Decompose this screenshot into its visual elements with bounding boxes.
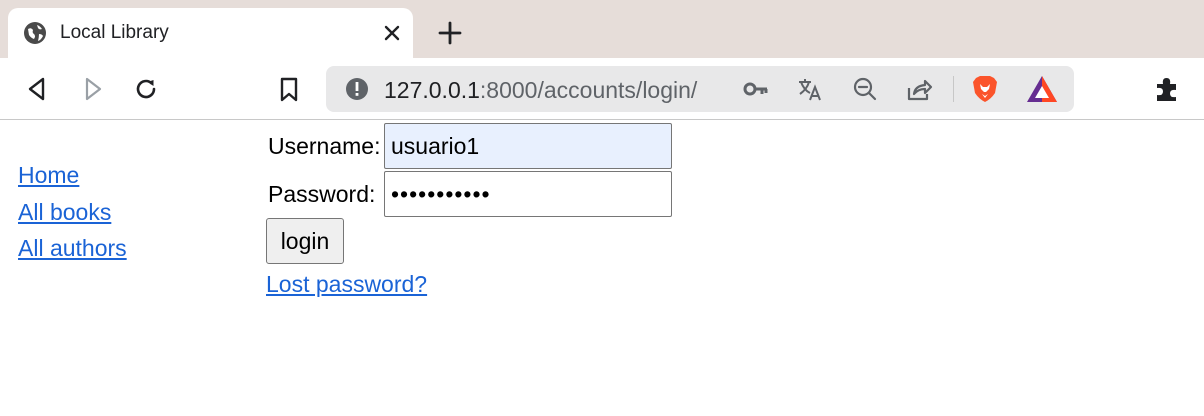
lost-password-link[interactable]: Lost password? bbox=[266, 271, 427, 298]
share-icon[interactable] bbox=[905, 75, 933, 103]
url-host: 127.0.0.1 bbox=[384, 77, 480, 103]
password-field[interactable] bbox=[384, 171, 672, 217]
url-path: :8000/accounts/login/ bbox=[479, 77, 698, 103]
url-text[interactable]: 127.0.0.1:8000/accounts/login/ bbox=[384, 77, 697, 104]
sidebar-item-all-books[interactable]: All books bbox=[18, 194, 127, 231]
brave-lion-icon[interactable] bbox=[970, 74, 1000, 104]
tab-strip: Local Library bbox=[0, 0, 1204, 58]
plus-icon[interactable] bbox=[436, 19, 464, 47]
key-icon[interactable] bbox=[742, 75, 770, 103]
info-icon[interactable] bbox=[343, 75, 371, 103]
translate-icon[interactable] bbox=[796, 75, 824, 103]
tab-local-library[interactable]: Local Library bbox=[8, 8, 413, 58]
back-icon[interactable] bbox=[24, 75, 52, 103]
username-label: Username: bbox=[268, 133, 381, 159]
page-content: Home All books All authors Username: Pas… bbox=[0, 121, 1204, 416]
sidebar-item-all-authors[interactable]: All authors bbox=[18, 230, 127, 267]
reload-icon[interactable] bbox=[132, 75, 160, 103]
address-bar[interactable]: 127.0.0.1:8000/accounts/login/ bbox=[326, 66, 1074, 112]
tab-title: Local Library bbox=[60, 22, 169, 43]
username-field[interactable] bbox=[384, 123, 672, 169]
login-button[interactable]: login bbox=[266, 218, 344, 264]
close-icon[interactable] bbox=[380, 21, 404, 45]
sidebar-nav: Home All books All authors bbox=[18, 157, 127, 267]
bookmark-icon[interactable] bbox=[275, 75, 303, 103]
password-label: Password: bbox=[268, 181, 376, 207]
brave-rewards-icon[interactable] bbox=[1026, 74, 1058, 104]
sidebar-item-home[interactable]: Home bbox=[18, 157, 127, 194]
omnibox-divider bbox=[953, 76, 954, 102]
zoom-out-icon[interactable] bbox=[851, 75, 879, 103]
globe-icon bbox=[24, 22, 46, 44]
browser-toolbar: 127.0.0.1:8000/accounts/login/ bbox=[0, 58, 1204, 120]
forward-icon bbox=[85, 77, 102, 101]
puzzle-icon[interactable] bbox=[1153, 75, 1181, 103]
